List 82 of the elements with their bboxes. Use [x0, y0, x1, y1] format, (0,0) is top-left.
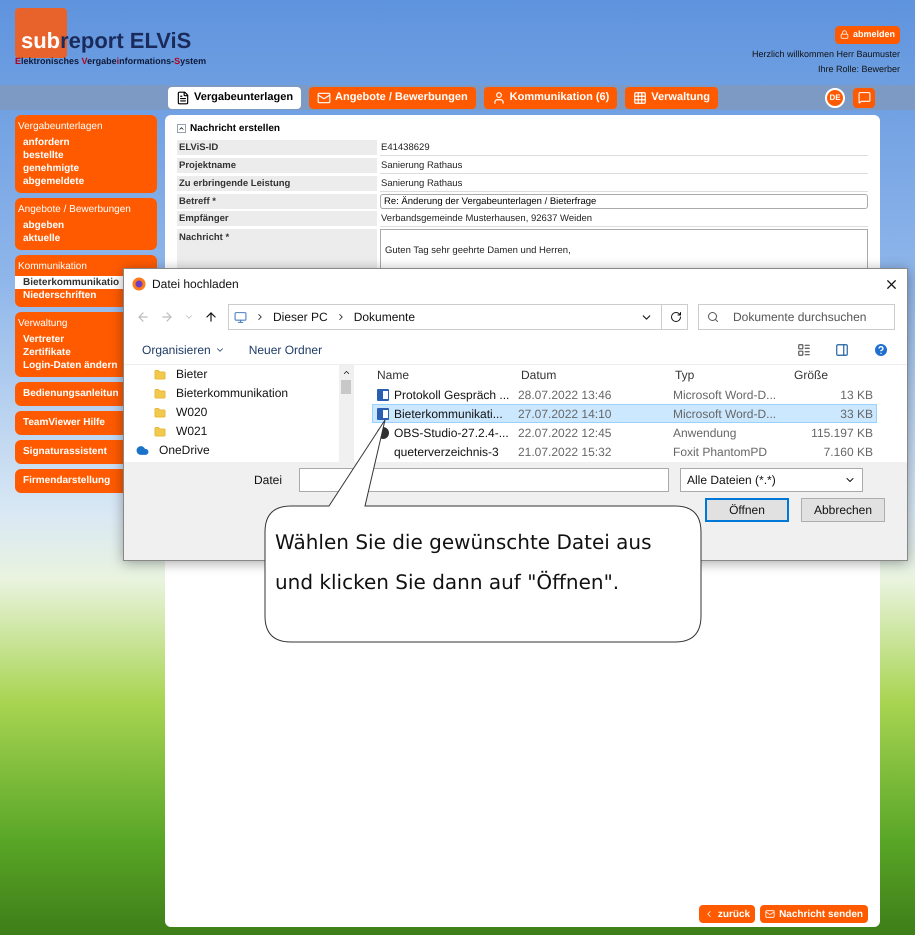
field-label: Betreff * [177, 194, 377, 209]
preview-pane-icon[interactable] [835, 342, 849, 356]
folder-icon [154, 388, 166, 400]
field-label: Empfänger [177, 211, 377, 226]
speech-bubble-icon [858, 91, 870, 104]
file-size: 115.197 KB [810, 424, 873, 442]
open-button[interactable]: Öffnen [705, 498, 789, 522]
logo-text-accent: sub [21, 30, 60, 52]
view-options-icon[interactable] [797, 342, 811, 356]
file-date: 28.07.2022 13:46 [518, 386, 612, 404]
field-value: Verbandsgemeinde Musterhausen, 92637 Weiden [380, 211, 868, 227]
file-size: 7.160 KB [822, 444, 873, 460]
field-value: Sanierung Rathaus [380, 158, 868, 174]
breadcrumb-item[interactable]: Dieser PC [273, 308, 328, 326]
computer-icon [234, 310, 247, 324]
nav-pane-item[interactable]: W020 [154, 405, 339, 420]
file-type: Foxit PhantomPD [673, 444, 768, 460]
file-date: 27.07.2022 14:10 [518, 406, 612, 422]
sidebar-heading: Vergabeunterlagen [17, 120, 104, 134]
tab-icon [633, 90, 648, 104]
scrollbar[interactable] [339, 365, 353, 462]
file-size: 13 KB [839, 386, 873, 404]
tab-icon [492, 90, 506, 104]
collapse-icon[interactable] [177, 124, 186, 133]
file-row[interactable]: Bieterkommunikati... 27.07.2022 14:10 Microsoft Word-D... 33 KB [372, 404, 877, 423]
nav-pane-item[interactable]: Bieterkommunikation [154, 386, 339, 401]
file-name: Bieterkommunikati... [394, 406, 503, 422]
lock-icon [840, 30, 849, 40]
column-header[interactable]: Typ [672, 366, 792, 384]
nav-pane-item[interactable]: Bieter [154, 367, 339, 382]
field-label: Zu erbringende Leistung [177, 176, 377, 191]
nav-tab[interactable]: Vergabeunterlagen [168, 86, 302, 108]
document-icon [376, 388, 390, 402]
file-size: 33 KB [839, 406, 873, 422]
search-field[interactable]: Dokumente durchsuchen [698, 304, 895, 330]
tab-icon [317, 90, 332, 104]
column-header[interactable]: Name [372, 366, 517, 384]
search-icon [707, 311, 719, 323]
callout-text: Wählen Sie die gewünschte Datei aus und klicken Sie dann auf "Öffnen". [275, 529, 653, 596]
envelope-icon [765, 909, 776, 919]
document-icon [376, 406, 390, 420]
file-row[interactable]: Protokoll Gespräch ... 28.07.2022 13:46 Microsoft Word-D... 13 KB [372, 385, 877, 404]
filename-label: Datei [254, 472, 282, 489]
subject-input[interactable]: Re: Änderung der Vergabeunterlagen / Bieterfrage [380, 194, 868, 209]
cancel-button[interactable]: Abbrechen [801, 498, 885, 522]
folder-icon [154, 426, 166, 438]
file-name: queterverzeichnis-3 [394, 444, 499, 460]
cloud-icon [136, 444, 149, 457]
filename-field[interactable] [299, 468, 670, 492]
file-type: Microsoft Word-D... [673, 406, 778, 422]
sidebar-heading: Kommunikation [17, 260, 88, 274]
welcome-text: Herzlich willkommen Herr Baumuster [752, 48, 900, 60]
folder-icon [154, 368, 166, 380]
tab-icon [176, 90, 190, 104]
field-label: Projektname [177, 158, 377, 173]
file-name: Protokoll Gespräch ... [394, 386, 510, 404]
role-text: Ihre Rolle: Bewerber [818, 63, 900, 76]
section-title: Nachricht erstellen [190, 122, 280, 136]
sidebar-heading: Angebote / Bewerbungen [17, 203, 132, 217]
file-type: Microsoft Word-D... [673, 386, 778, 404]
browser-logo-icon [132, 277, 146, 291]
sidebar-heading: Verwaltung [17, 317, 68, 331]
file-type: Anwendung [673, 424, 738, 442]
field-value: Sanierung Rathaus [380, 176, 868, 192]
field-value: E41438629 [380, 140, 868, 156]
field-label: ELViS-ID [177, 140, 377, 155]
column-header[interactable]: Datum [517, 366, 672, 384]
chat-button[interactable] [853, 88, 875, 108]
file-name: OBS-Studio-27.2.4-... [394, 424, 509, 442]
folder-icon [154, 406, 166, 418]
nav-pane-item[interactable]: W021 [154, 424, 339, 439]
file-type-dropdown[interactable]: Alle Dateien (*.*) [680, 468, 864, 492]
column-header[interactable]: Größe [792, 366, 872, 384]
file-date: 22.07.2022 12:45 [518, 424, 612, 442]
address-bar[interactable]: Dieser PC Dokumente [228, 304, 688, 330]
file-date: 21.07.2022 15:32 [518, 444, 612, 460]
nav-pane-item[interactable]: OneDrive [136, 443, 339, 458]
help-icon[interactable] [873, 342, 889, 358]
logo-tagline: Elektronisches Vergabeinformations-System [15, 55, 206, 68]
refresh-icon[interactable] [670, 311, 682, 323]
scroll-up-icon [342, 368, 350, 377]
scrollbar-thumb[interactable] [341, 380, 351, 394]
